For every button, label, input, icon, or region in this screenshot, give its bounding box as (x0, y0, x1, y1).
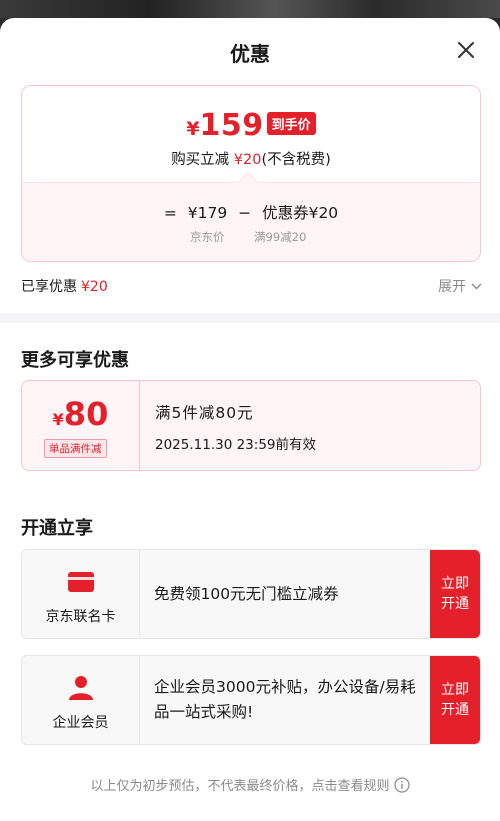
final-price-card: ¥159 到手价 购买立减 ¥20(不含税费) = ¥179 − 优惠券¥20 京… (21, 85, 481, 262)
formula-equals: = (163, 204, 177, 222)
final-price: ¥159 到手价 (22, 108, 480, 143)
discount-summary: 购买立减 ¥20(不含税费) (22, 148, 480, 169)
final-price-value: 159 (199, 108, 264, 143)
coupon-details: 满5件减80元 2025.11.30 23:59前有效 (155, 401, 316, 453)
offer-description: 免费领100元无门槛立减券 (154, 584, 339, 603)
offer-description: 企业会员3000元补贴，办公设备/易耗品一站式采购! (154, 678, 416, 721)
expand-toggle[interactable]: 展开 (438, 276, 482, 296)
disclaimer[interactable]: 以上仅为初步预估，不代表最终价格，点击查看规则 (0, 775, 500, 797)
coupon-value: ¥80 (22, 395, 139, 433)
coupon-rule: 满5件减80元 (155, 404, 254, 422)
sheet-title: 优惠 (230, 42, 270, 66)
multi-item-coupon[interactable]: ¥80 单品满件减 满5件减80元 2025.11.30 23:59前有效 (21, 380, 481, 471)
close-button[interactable] (454, 38, 478, 62)
offer-icon-block: 企业会员 (22, 656, 140, 744)
chevron-down-icon (471, 278, 482, 294)
price-breakdown: = ¥179 − 优惠券¥20 京东价 满99减20 (22, 182, 480, 261)
enjoyed-label: 已享优惠 (21, 279, 77, 295)
close-icon (458, 42, 474, 58)
enjoyed-discount: 已享优惠 ¥20 (21, 276, 108, 296)
currency-symbol: ¥ (186, 118, 200, 140)
offer-name: 京东联名卡 (45, 609, 116, 625)
offers-bottom-sheet: 优惠 ¥159 到手价 购买立减 ¥20(不含税费) = ¥179 − 优惠券¥2… (0, 18, 500, 821)
jd-price-label: 京东价 (190, 230, 225, 244)
coupon-type-badge: 单品满件减 (44, 439, 107, 458)
discount-prefix: 购买立减 (171, 152, 230, 168)
background-product-image (0, 0, 500, 18)
person-icon (69, 676, 93, 700)
discount-suffix: (不含税费) (261, 152, 331, 168)
final-price-section: ¥159 到手价 购买立减 ¥20(不含税费) (22, 86, 480, 182)
co-branded-card-offer[interactable]: 京东联名卡 免费领100元无门槛立减券 立即开通 (21, 549, 481, 639)
offer-name: 企业会员 (52, 715, 109, 731)
final-price-tag: 到手价 (266, 112, 316, 135)
coupon-currency: ¥ (52, 410, 64, 429)
open-benefits-title: 开通立享 (21, 518, 93, 539)
info-icon[interactable] (393, 777, 410, 797)
formula-minus: − (238, 204, 252, 222)
section-divider (0, 313, 500, 323)
coupon-value-block: ¥80 单品满件减 (22, 381, 140, 470)
card-icon (68, 572, 94, 592)
jd-price: ¥179 (187, 204, 228, 222)
coupon-expiry: 2025.11.30 23:59前有效 (155, 437, 316, 453)
enjoyed-amount: ¥20 (81, 279, 108, 295)
sheet-header: 优惠 (0, 18, 500, 82)
price-formula: = ¥179 − 优惠券¥20 (22, 201, 480, 223)
open-now-button[interactable]: 立即开通 (430, 656, 480, 744)
coupon-amount: 80 (63, 395, 109, 433)
disclaimer-text: 以上仅为初步预估，不代表最终价格，点击查看规则 (90, 779, 390, 794)
discount-amount: ¥20 (233, 152, 262, 168)
open-now-button[interactable]: 立即开通 (430, 550, 480, 638)
enterprise-member-offer[interactable]: 企业会员 企业会员3000元补贴，办公设备/易耗品一站式采购! 立即开通 (21, 655, 481, 745)
coupon-rule-label: 满99减20 (254, 230, 307, 244)
offer-icon-block: 京东联名卡 (22, 550, 140, 638)
more-offers-title: 更多可享优惠 (21, 350, 129, 371)
coupon-deduction: 优惠券¥20 (262, 204, 339, 222)
expand-label: 展开 (438, 279, 466, 295)
